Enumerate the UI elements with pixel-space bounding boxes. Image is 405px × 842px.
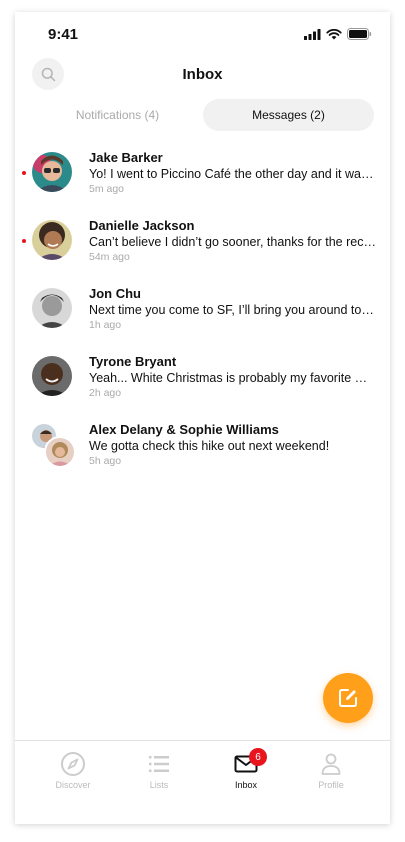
sender-name: Alex Delany & Sophie Williams xyxy=(89,422,279,437)
status-icons xyxy=(304,28,372,40)
notification-badge: 6 xyxy=(249,748,267,766)
message-item[interactable]: Tyrone Bryant Yeah... White Christmas is… xyxy=(15,352,390,420)
sender-name: Jon Chu xyxy=(89,286,141,301)
tab-notifications[interactable]: Notifications (4) xyxy=(32,99,203,131)
wifi-icon xyxy=(326,28,342,39)
message-time: 2h ago xyxy=(89,387,122,399)
unread-indicator xyxy=(22,171,26,175)
message-item[interactable]: Jake Barker Yo! I went to Piccino Café t… xyxy=(15,148,390,216)
tab-profile[interactable]: Profile xyxy=(296,751,366,790)
avatar xyxy=(32,152,72,192)
tab-label: Profile xyxy=(318,780,344,790)
tab-lists[interactable]: Lists xyxy=(124,751,194,790)
message-time: 1h ago xyxy=(89,319,122,331)
message-preview: Yo! I went to Piccino Café the other day… xyxy=(89,167,377,181)
message-preview: Can’t believe I didn’t go sooner, thanks… xyxy=(89,235,377,249)
avatar xyxy=(32,220,72,260)
tab-messages[interactable]: Messages (2) xyxy=(203,99,374,131)
tab-label: Discover xyxy=(55,780,91,790)
message-list: Jake Barker Yo! I went to Piccino Café t… xyxy=(15,148,390,488)
unread-indicator xyxy=(22,239,26,243)
phone-frame: 9:41 Inbox Notifications (4) Messages (2… xyxy=(15,12,390,824)
sender-name: Tyrone Bryant xyxy=(89,354,177,369)
list-icon xyxy=(149,756,169,772)
page-title: Inbox xyxy=(182,66,223,83)
status-bar: 9:41 xyxy=(15,12,390,56)
message-time: 54m ago xyxy=(89,251,130,263)
bottom-tab-bar: Discover Lists 6 Inbox Profile xyxy=(15,740,390,824)
avatar xyxy=(32,356,72,396)
sender-name: Danielle Jackson xyxy=(89,218,195,233)
header: Inbox xyxy=(15,56,390,96)
compose-button[interactable] xyxy=(323,673,373,723)
status-time: 9:41 xyxy=(48,26,79,43)
message-time: 5h ago xyxy=(89,455,122,467)
message-preview: We gotta check this hike out next weeken… xyxy=(89,439,330,453)
tab-discover[interactable]: Discover xyxy=(38,751,108,790)
message-item[interactable]: Alex Delany & Sophie Williams We gotta c… xyxy=(15,420,390,488)
cellular-signal-icon xyxy=(304,28,321,40)
sender-name: Jake Barker xyxy=(89,150,163,165)
group-avatar xyxy=(30,422,76,468)
segmented-tabs: Notifications (4) Messages (2) xyxy=(32,99,374,131)
compass-icon xyxy=(61,752,85,776)
message-preview: Yeah... White Christmas is probably my f… xyxy=(89,371,377,385)
avatar xyxy=(32,288,72,328)
tab-label: Lists xyxy=(149,780,169,790)
tab-label: Inbox xyxy=(234,780,258,790)
message-preview: Next time you come to SF, I’ll bring you… xyxy=(89,303,377,317)
person-icon xyxy=(321,753,341,775)
message-item[interactable]: Danielle Jackson Can’t believe I didn’t … xyxy=(15,216,390,284)
tab-inbox[interactable]: 6 Inbox xyxy=(211,748,281,790)
message-item[interactable]: Jon Chu Next time you come to SF, I’ll b… xyxy=(15,284,390,352)
message-time: 5m ago xyxy=(89,183,125,195)
battery-icon xyxy=(347,28,372,40)
avatar xyxy=(44,436,76,468)
compose-icon xyxy=(339,689,357,707)
